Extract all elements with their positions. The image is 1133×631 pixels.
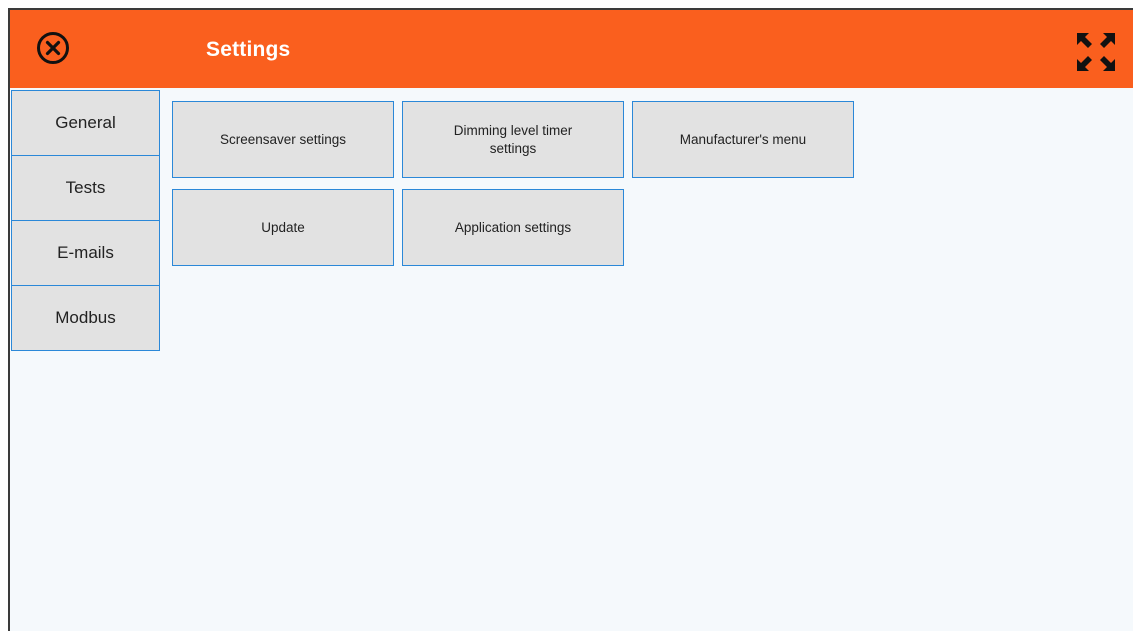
tile-label: Update [261, 219, 305, 235]
tab-label: Tests [65, 178, 106, 197]
close-button[interactable] [36, 31, 70, 65]
fullscreen-button[interactable] [1074, 30, 1118, 74]
screensaver-settings-button[interactable]: Screensaver settings [172, 101, 394, 178]
tile-label: Dimming level timer settings [453, 122, 573, 156]
manufacturers-menu-button[interactable]: Manufacturer's menu [632, 101, 854, 178]
tab-modbus[interactable]: Modbus [11, 285, 160, 351]
tab-label: E-mails [57, 243, 114, 262]
update-button[interactable]: Update [172, 189, 394, 266]
close-circle-icon [37, 32, 69, 64]
tab-e-mails[interactable]: E-mails [11, 220, 160, 286]
dimming-level-timer-settings-button[interactable]: Dimming level timer settings [402, 101, 624, 178]
tab-label: Modbus [55, 308, 116, 327]
category-tabs: General Tests E-mails Modbus [11, 90, 160, 351]
tab-general[interactable]: General [11, 90, 160, 156]
header-bar: Settings [10, 10, 1133, 88]
page-title: Settings [206, 38, 291, 61]
tile-label: Application settings [454, 219, 572, 235]
tab-tests[interactable]: Tests [11, 155, 160, 221]
tab-label: General [55, 113, 116, 132]
tile-label: Manufacturer's menu [679, 131, 807, 147]
settings-window: Settings General Tests E-mails Modbus Sc… [8, 8, 1133, 631]
application-settings-button[interactable]: Application settings [402, 189, 624, 266]
fullscreen-expand-icon [1077, 33, 1115, 71]
tile-label: Screensaver settings [219, 131, 347, 147]
